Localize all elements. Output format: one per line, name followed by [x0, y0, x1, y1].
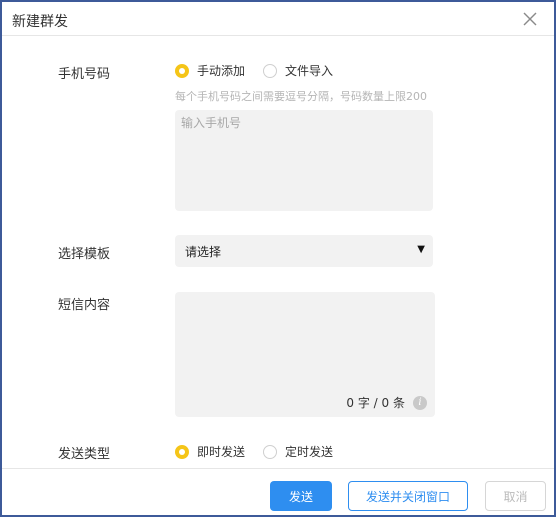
- dialog-footer: 发送 发送并关闭窗口 取消: [2, 468, 554, 515]
- new-broadcast-dialog: 新建群发 手机号码 手动添加 文件导入 每个手机号码之间需要逗号分隔，号码数量上…: [0, 0, 556, 517]
- close-icon[interactable]: [520, 9, 540, 29]
- cancel-button[interactable]: 取消: [485, 481, 546, 511]
- send-type-label: 发送类型: [58, 447, 111, 462]
- template-label: 选择模板: [58, 247, 111, 262]
- send-and-close-button[interactable]: 发送并关闭窗口: [348, 481, 468, 511]
- template-select[interactable]: 请选择 ▼: [175, 235, 433, 267]
- radio-checked-icon: [175, 444, 189, 459]
- phone-mode-radio-group: 手动添加 文件导入: [175, 62, 351, 79]
- radio-file-import-label: 文件导入: [285, 64, 334, 78]
- radio-unchecked-icon: [263, 63, 278, 78]
- info-icon[interactable]: i: [413, 395, 427, 410]
- caret-down-icon: ▼: [417, 244, 425, 255]
- template-select-value: 请选择: [185, 245, 222, 259]
- sms-content-input[interactable]: [175, 292, 435, 392]
- radio-scheduled-send-label: 定时发送: [285, 445, 334, 459]
- radio-send-now[interactable]: 即时发送: [175, 443, 245, 460]
- dialog-header: 新建群发: [2, 2, 554, 36]
- sms-content-box: 0 字 / 0 条 i: [175, 292, 435, 417]
- char-counter: 0 字 / 0 条 i: [346, 394, 427, 411]
- send-button[interactable]: 发送: [270, 481, 332, 511]
- radio-send-now-label: 即时发送: [197, 445, 246, 459]
- phone-hint: 每个手机号码之间需要逗号分隔，号码数量上限200: [175, 90, 427, 103]
- radio-manual-add[interactable]: 手动添加: [175, 62, 245, 79]
- radio-checked-icon: [175, 63, 189, 78]
- send-type-radio-group: 即时发送 定时发送: [175, 443, 351, 460]
- radio-manual-add-label: 手动添加: [197, 64, 246, 78]
- char-counter-text: 0 字 / 0 条: [346, 396, 405, 410]
- radio-unchecked-icon: [263, 444, 278, 459]
- phone-number-input[interactable]: [175, 110, 433, 211]
- dialog-title: 新建群发: [12, 14, 68, 30]
- phone-label: 手机号码: [58, 67, 111, 82]
- radio-file-import[interactable]: 文件导入: [263, 62, 333, 79]
- radio-scheduled-send[interactable]: 定时发送: [263, 443, 333, 460]
- content-label: 短信内容: [58, 298, 111, 313]
